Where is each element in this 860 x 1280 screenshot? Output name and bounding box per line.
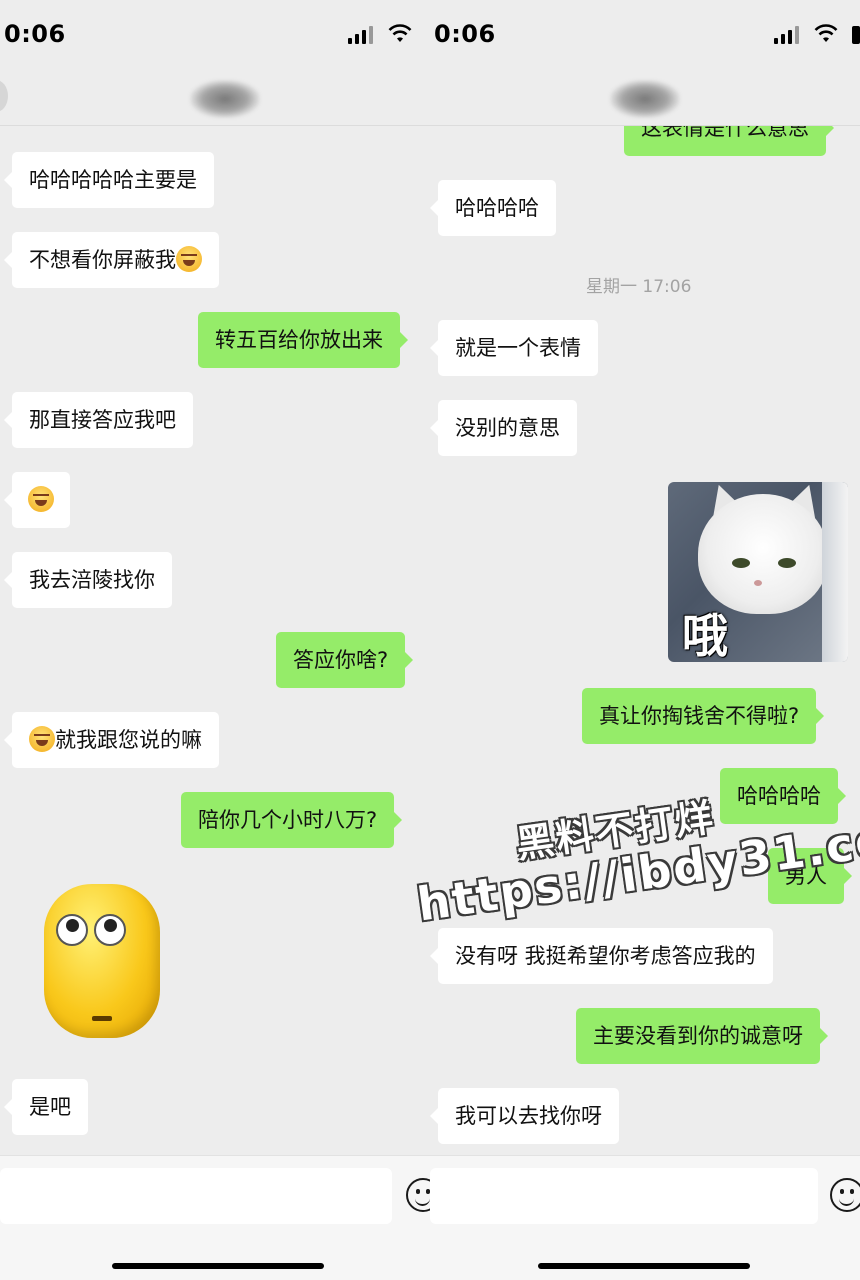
message-bubble-incoming: 没有呀 我挺希望你考虑答应我的 (430, 928, 773, 984)
cat-eye (778, 558, 796, 568)
message-input[interactable] (430, 1168, 818, 1224)
input-bar (430, 1155, 860, 1280)
header-overlay (430, 70, 860, 126)
laughing-tears-emoji-icon (29, 726, 55, 752)
cat-meme-sticker[interactable]: 哦 (668, 482, 848, 662)
cat-eye (732, 558, 750, 568)
message-input[interactable] (0, 1168, 392, 1224)
cat-nose (754, 580, 762, 586)
battery-icon (852, 26, 860, 44)
status-time: 0:06 (434, 20, 496, 48)
home-indicator (112, 1263, 324, 1269)
laughing-tears-emoji-icon (176, 246, 202, 272)
message-bubble-incoming (4, 472, 70, 528)
chat-header (0, 70, 430, 126)
emoji-button-icon[interactable] (406, 1178, 430, 1212)
message-bubble-outgoing: 陪你几个小时八万? (181, 792, 403, 848)
sticker-eye-right (94, 914, 126, 946)
message-bubble-outgoing: 主要没看到你的诚意呀 (576, 1008, 828, 1064)
wifi-icon (388, 24, 412, 42)
wifi-icon (814, 24, 838, 42)
message-bubble-incoming: 没别的意思 (430, 400, 577, 456)
signal-icon (774, 26, 799, 44)
message-bubble-outgoing: 哈哈哈哈 (720, 768, 846, 824)
message-bubble-outgoing: 答应你啥? (276, 632, 414, 688)
message-bubble-incoming: 就我跟您说的嘛 (4, 712, 219, 768)
status-bar: 0:06 (0, 0, 430, 70)
sticker-edge (822, 482, 848, 662)
home-indicator (538, 1263, 750, 1269)
right-chat-screenshot: 0:06 这表情是什么意思 哈哈哈哈 星期一 17:06 就是一个表情 没别的意… (430, 0, 860, 1280)
message-bubble-incoming: 是吧 (4, 1079, 88, 1135)
signal-icon (348, 26, 373, 44)
blurred-contact-name (610, 80, 680, 118)
eye-roll-face-sticker (44, 884, 160, 1038)
left-chat-screenshot: 0:06 哈哈哈哈哈主要是 不想看你屏蔽我 转五百给你放出来 那直接答应我吧 我… (0, 0, 430, 1280)
message-text: 就我跟您说的嘛 (55, 728, 202, 752)
status-time: 0:06 (4, 20, 66, 48)
message-bubble-incoming: 那直接答应我吧 (4, 392, 193, 448)
status-bar: 0:06 (430, 0, 860, 70)
emoji-button-icon[interactable] (830, 1178, 860, 1212)
sticker-mouth (92, 1016, 112, 1021)
laughing-tears-emoji-icon (28, 486, 54, 512)
message-bubble-incoming: 我可以去找你呀 (430, 1088, 619, 1144)
message-bubble-incoming: 我去涪陵找你 (4, 552, 172, 608)
message-text: 不想看你屏蔽我 (29, 248, 176, 272)
blurred-contact-name (190, 80, 260, 118)
message-bubble-incoming: 哈哈哈哈 (430, 180, 556, 236)
message-bubble-incoming: 就是一个表情 (430, 320, 598, 376)
message-bubble-outgoing: 真让你掏钱舍不得啦? (582, 688, 825, 744)
sticker-eye-left (56, 914, 88, 946)
message-bubble-incoming: 哈哈哈哈哈主要是 (4, 152, 214, 208)
message-bubble-incoming: 不想看你屏蔽我 (4, 232, 219, 288)
message-bubble-outgoing: 男人 (768, 848, 852, 904)
sticker-caption: 哦 (682, 609, 728, 662)
message-timestamp: 星期一 17:06 (586, 277, 692, 297)
message-bubble-outgoing: 转五百给你放出来 (198, 312, 408, 368)
cat-head (698, 494, 828, 614)
input-bar (0, 1155, 430, 1280)
